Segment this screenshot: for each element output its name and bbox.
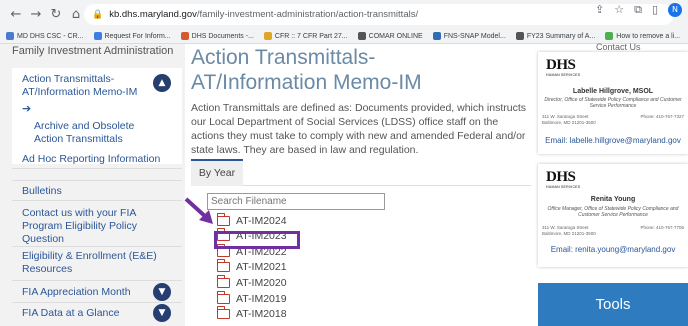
sidebar-subitem-archive[interactable]: Archive and Obsolete Action Transmittals	[34, 120, 164, 146]
divider	[12, 200, 182, 201]
folder-name: AT-IM2019	[236, 292, 287, 305]
folder-name: AT-IM2020	[236, 276, 287, 289]
sidepanel-icon[interactable]: ▯	[652, 3, 658, 17]
divider	[12, 180, 182, 181]
url-host: kb.dhs.maryland.gov	[109, 9, 197, 20]
divider	[12, 302, 182, 303]
folder-name: AT-IM2021	[236, 261, 287, 274]
search-filename-input[interactable]	[207, 193, 385, 210]
extensions-icon[interactable]: ⧉	[634, 3, 642, 17]
contact-phone: Phone: 410-767-7706	[640, 225, 684, 230]
contact-email-link[interactable]: Email: renita.young@maryland.gov	[538, 245, 688, 254]
folder-item[interactable]: AT-IM2018	[216, 306, 287, 322]
contact-us-label: Contact Us	[596, 42, 641, 52]
contact-address: Baltimore, MD 21201-3500	[542, 231, 596, 236]
reload-icon[interactable]: ↻	[46, 7, 66, 22]
folder-icon	[216, 259, 230, 273]
bookmark-item[interactable]: How to remove a li...	[605, 32, 680, 40]
bookmark-item[interactable]: COMAR ONLINE	[357, 32, 423, 40]
home-icon[interactable]: ⌂	[66, 7, 86, 22]
bookmark-favicon-icon	[6, 32, 14, 40]
chevron-down-icon[interactable]: ▼	[153, 304, 171, 322]
tab-by-year[interactable]: By Year	[191, 159, 243, 186]
chevron-up-icon[interactable]: ▲	[153, 74, 171, 92]
contact-name: Renita Young	[590, 196, 636, 203]
star-icon[interactable]: ☆	[614, 3, 624, 17]
bookmark-label: CFR :: 7 CFR Part 27...	[274, 32, 348, 40]
divider	[12, 280, 182, 281]
sidebar-item-data-glance[interactable]: FIA Data at a Glance	[22, 307, 119, 320]
bookmark-favicon-icon	[180, 32, 189, 40]
page-title: Action Transmittals-AT/Information Memo-…	[191, 46, 422, 94]
contact-title: Director, Office of Statewide Policy Com…	[544, 97, 682, 109]
annotation-arrow-icon	[184, 197, 213, 224]
chevron-down-icon[interactable]: ▼	[153, 283, 171, 301]
sidebar-heading: Family Investment Administration	[12, 45, 174, 57]
arrow-right-icon: ➔	[22, 102, 32, 115]
sidebar-item-action-transmittals[interactable]: Action Transmittals-AT/Information Memo-…	[12, 68, 182, 164]
profile-avatar[interactable]: N	[668, 3, 682, 17]
contact-address: Baltimore, MD 21201-3500	[542, 120, 596, 125]
bookmark-item[interactable]: DHS Documents -...	[180, 32, 254, 40]
lock-icon: 🔒	[92, 9, 104, 20]
bookmark-label: FNS-SNAP Model...	[443, 32, 506, 40]
folder-icon	[216, 274, 230, 288]
sidebar: Family Investment Administration Action …	[0, 44, 185, 326]
browser-toolbar: ← → ↻ ⌂ 🔒 kb.dhs.maryland.gov/family-inv…	[0, 0, 688, 29]
divider	[12, 168, 182, 169]
divider	[12, 246, 182, 247]
bookmark-item[interactable]: CFR :: 7 CFR Part 27...	[263, 32, 348, 40]
bookmark-item[interactable]: FNS-SNAP Model...	[432, 32, 506, 40]
contact-name: Labelle Hillgrove, MSOL	[572, 88, 654, 95]
bookmark-label: Request For Inform...	[104, 32, 171, 40]
bookmark-favicon-icon	[515, 32, 524, 40]
sidebar-item-label: Action Transmittals-AT/Information Memo-…	[22, 73, 138, 98]
intro-text: Action Transmittals are defined as: Docu…	[191, 102, 526, 156]
tools-button[interactable]: Tools	[538, 283, 688, 326]
folder-icon	[216, 306, 230, 320]
bookmark-item[interactable]: Request For Inform...	[93, 32, 171, 40]
back-icon[interactable]: ←	[6, 7, 26, 22]
bookmark-label: COMAR ONLINE	[368, 32, 423, 40]
bookmark-favicon-icon	[357, 32, 366, 40]
bookmark-favicon-icon	[263, 32, 272, 40]
sidebar-item-eligibility[interactable]: Eligibility & Enrollment (E&E) Resources	[22, 250, 162, 276]
bookmark-favicon-icon	[605, 32, 614, 40]
dhs-logo: DHS HUMAN SERVICES	[546, 169, 581, 190]
address-bar[interactable]: 🔒 kb.dhs.maryland.gov/family-investment-…	[84, 4, 674, 25]
bookmark-item[interactable]: MD DHS CSC - CR...	[6, 32, 84, 40]
folder-item[interactable]: AT-IM2019	[216, 290, 287, 306]
url-path: /family-investment-administration/action…	[196, 9, 419, 20]
bookmark-item[interactable]: FY23 Summary of A...	[515, 32, 596, 40]
bookmark-label: MD DHS CSC - CR...	[17, 32, 84, 40]
bookmark-label: DHS Documents -...	[191, 32, 254, 40]
folder-icon	[216, 290, 230, 304]
contact-card: DHS HUMAN SERVICES Renita Young Office M…	[538, 164, 688, 267]
bookmarks-bar: MD DHS CSC - CR... Request For Inform... D…	[0, 29, 688, 44]
bookmark-favicon-icon	[432, 32, 441, 40]
share-icon[interactable]: ⇪	[595, 3, 604, 17]
bookmark-label: How to remove a li...	[616, 32, 681, 40]
tab-strip: By Year	[191, 159, 531, 186]
dhs-logo: DHS HUMAN SERVICES	[546, 57, 581, 78]
folder-item[interactable]: AT-IM2024	[216, 212, 287, 228]
folder-name: AT-IM2024	[236, 214, 287, 227]
browser-actions: ⇪ ☆ ⧉ ▯ N	[595, 3, 682, 17]
folder-icon	[216, 212, 230, 226]
sidebar-item-bulletins[interactable]: Bulletins	[22, 185, 62, 198]
forward-icon[interactable]: →	[26, 7, 46, 22]
sidebar-item-appreciation[interactable]: FIA Appreciation Month	[22, 286, 131, 299]
folder-item[interactable]: AT-IM2020	[216, 274, 287, 290]
contact-phone: Phone: 410-767-7327	[640, 114, 684, 119]
bookmark-favicon-icon	[93, 32, 102, 40]
contact-email-link[interactable]: Email: labelle.hillgrove@maryland.gov	[538, 136, 688, 145]
folder-name: AT-IM2018	[236, 308, 287, 321]
sidebar-item-ad-hoc[interactable]: Ad Hoc Reporting Information	[22, 153, 162, 166]
annotation-highlight-box	[214, 231, 300, 249]
bookmark-label: FY23 Summary of A...	[526, 32, 596, 40]
contact-card: DHS HUMAN SERVICES Labelle Hillgrove, MS…	[538, 52, 688, 154]
folder-item[interactable]: AT-IM2021	[216, 259, 287, 275]
sidebar-item-contact-fia[interactable]: Contact us with your FIA Program Eligibi…	[22, 207, 162, 246]
contact-title: Office Manager, Office of Statewide Poli…	[547, 206, 679, 218]
